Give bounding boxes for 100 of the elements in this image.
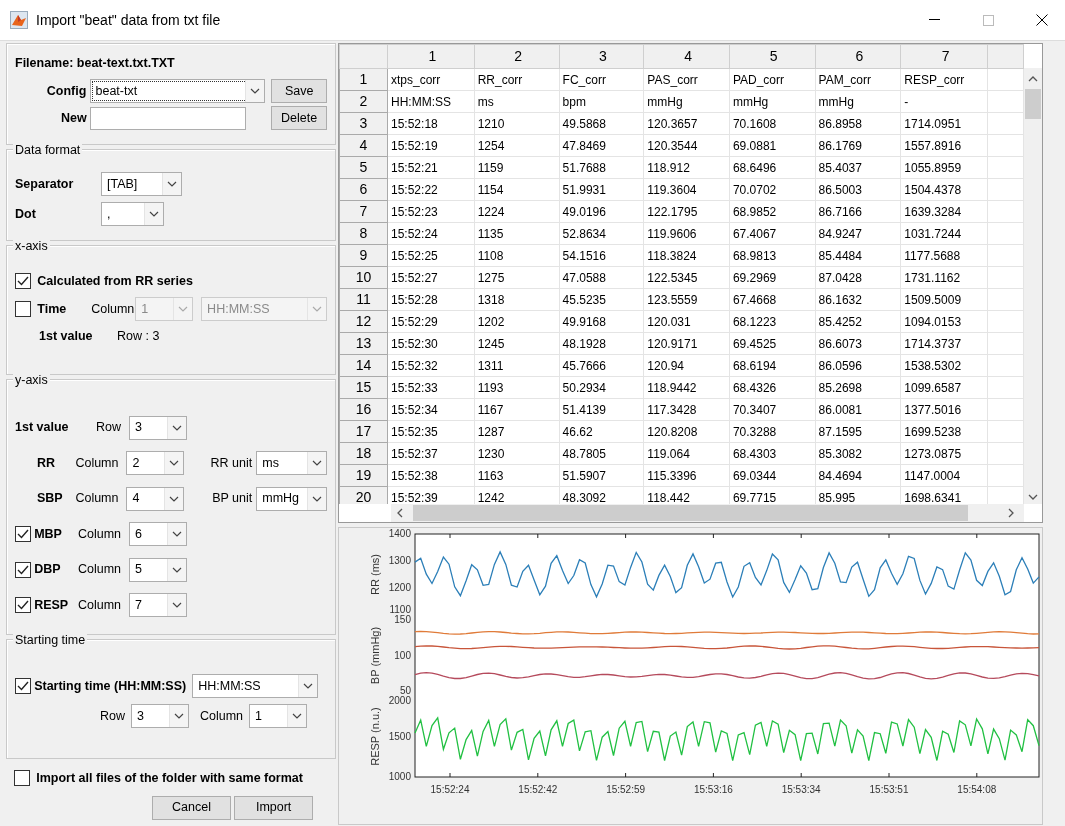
format-dropdown[interactable]: HH:MM:SS xyxy=(192,674,319,698)
table-cell: 119.064 xyxy=(643,442,730,465)
row-header[interactable]: 12 xyxy=(339,310,388,333)
column-header[interactable]: 7 xyxy=(900,44,988,69)
table-cell: mmHg xyxy=(815,90,901,113)
table-cell: 1504.4378 xyxy=(900,178,988,201)
table-cell: 69.4525 xyxy=(729,332,816,355)
table-cell: 118.3824 xyxy=(643,244,730,267)
field-label: Row xyxy=(95,419,121,437)
number-dropdown[interactable]: 6 xyxy=(129,522,187,547)
table-cell: 15:52:24 xyxy=(387,222,475,245)
checkbox[interactable] xyxy=(15,678,31,694)
unit-dropdown[interactable]: mmHg xyxy=(256,486,327,511)
column-header[interactable]: 6 xyxy=(815,44,901,69)
checkbox-label: Starting time (HH:MM:SS) xyxy=(34,677,187,695)
field-label: Column xyxy=(76,525,121,543)
scroll-right-icon[interactable] xyxy=(1008,508,1014,518)
save-button[interactable]: Save xyxy=(271,79,327,103)
field-label: SBP xyxy=(37,490,63,508)
scroll-up-icon[interactable] xyxy=(1028,76,1038,82)
table-cell: 15:52:33 xyxy=(387,376,475,399)
row-header[interactable]: 19 xyxy=(339,464,388,487)
row-header[interactable]: 13 xyxy=(339,332,388,355)
name-input[interactable] xyxy=(89,106,247,130)
unit-dropdown[interactable]: ms xyxy=(256,451,327,476)
number-dropdown[interactable]: 5 xyxy=(129,557,187,582)
number-dropdown[interactable]: 4 xyxy=(126,486,184,511)
y-tick-label: 150 xyxy=(394,614,411,625)
row-header[interactable]: 17 xyxy=(339,420,388,443)
row-header[interactable]: 6 xyxy=(339,178,388,201)
table-cell: 122.1795 xyxy=(643,200,730,223)
table-cell: HH:MM:SS xyxy=(387,90,475,113)
delete-button[interactable]: Delete xyxy=(271,106,327,131)
dot-dropdown[interactable]: , xyxy=(101,202,164,227)
table-cell: 49.5868 xyxy=(559,112,644,135)
row-header[interactable]: 14 xyxy=(339,354,388,377)
number-dropdown[interactable]: 3 xyxy=(131,704,189,729)
row-header[interactable]: 11 xyxy=(339,288,388,311)
caret-icon xyxy=(172,424,182,431)
column-header[interactable]: 5 xyxy=(729,44,816,69)
dialog-button[interactable]: Cancel xyxy=(152,795,231,820)
row-header[interactable]: 15 xyxy=(339,376,388,399)
app-icon xyxy=(10,11,28,29)
table-cell: xtps_corr xyxy=(387,68,475,91)
row-header[interactable]: 18 xyxy=(339,442,388,465)
x-tick-label: 15:54:08 xyxy=(957,784,997,795)
row-header[interactable]: 9 xyxy=(339,244,388,267)
table-cell: 51.5907 xyxy=(559,464,644,487)
row-header[interactable]: 2 xyxy=(339,90,388,113)
table-cell: 46.62 xyxy=(559,420,644,443)
column-header[interactable]: 4 xyxy=(643,44,730,69)
vertical-scrollbar[interactable] xyxy=(1024,68,1042,504)
table-cell: 68.4326 xyxy=(729,376,816,399)
number-dropdown[interactable]: 7 xyxy=(129,593,187,618)
table-cell: 85.4252 xyxy=(815,310,901,333)
checkbox[interactable] xyxy=(15,597,31,614)
row-header[interactable]: 7 xyxy=(339,200,388,223)
row-header[interactable]: 1 xyxy=(339,68,388,91)
horizontal-scrollbar[interactable] xyxy=(391,504,1024,522)
scroll-down-icon[interactable] xyxy=(1028,494,1038,500)
table-cell: 15:52:32 xyxy=(387,354,475,377)
table-cell: bpm xyxy=(559,90,644,113)
checkbox[interactable] xyxy=(15,561,31,578)
table-cell: 52.8634 xyxy=(559,222,644,245)
checkbox[interactable] xyxy=(15,526,31,543)
separator-dropdown[interactable]: [TAB] xyxy=(101,172,182,196)
field-label: Column xyxy=(200,707,244,725)
table-cell: 1167 xyxy=(474,398,560,421)
y-tick-label: 1000 xyxy=(388,771,411,782)
table-cell: 1538.5302 xyxy=(900,354,988,377)
number-dropdown[interactable]: 2 xyxy=(126,451,184,476)
row-header[interactable]: 10 xyxy=(339,266,388,289)
column-header[interactable]: 2 xyxy=(474,44,560,69)
row-header[interactable]: 8 xyxy=(339,222,388,245)
table-cell: 51.4139 xyxy=(559,398,644,421)
row-header[interactable]: 5 xyxy=(339,156,388,179)
field-label: Dot xyxy=(15,205,37,223)
number-dropdown[interactable]: 3 xyxy=(129,415,187,440)
scroll-thumb[interactable] xyxy=(1025,89,1041,119)
checkbox[interactable] xyxy=(14,770,30,787)
scroll-left-icon[interactable] xyxy=(397,508,403,518)
column-header[interactable]: 3 xyxy=(559,44,644,69)
row-header[interactable]: 16 xyxy=(339,398,388,421)
field-label: Config xyxy=(45,82,87,100)
table-cell: 69.0881 xyxy=(729,134,816,157)
row-header[interactable]: 4 xyxy=(339,134,388,157)
column-header[interactable]: 1 xyxy=(387,44,475,69)
table-cell: 1254 xyxy=(474,134,560,157)
dialog-button[interactable]: Import xyxy=(234,795,314,820)
row-header[interactable]: 3 xyxy=(339,112,388,135)
number-dropdown[interactable]: 1 xyxy=(249,704,308,729)
table-cell: 51.7688 xyxy=(559,156,644,179)
table-cell: 118.9442 xyxy=(643,376,730,399)
checkbox[interactable] xyxy=(15,273,31,290)
config-dropdown[interactable]: beat-txt xyxy=(89,79,266,103)
scroll-thumb[interactable] xyxy=(413,505,968,521)
table-cell: 122.5345 xyxy=(643,266,730,289)
table-cell: 87.1595 xyxy=(815,420,901,443)
table-cell: 1177.5688 xyxy=(900,244,988,267)
table-cell: 1193 xyxy=(474,376,560,399)
